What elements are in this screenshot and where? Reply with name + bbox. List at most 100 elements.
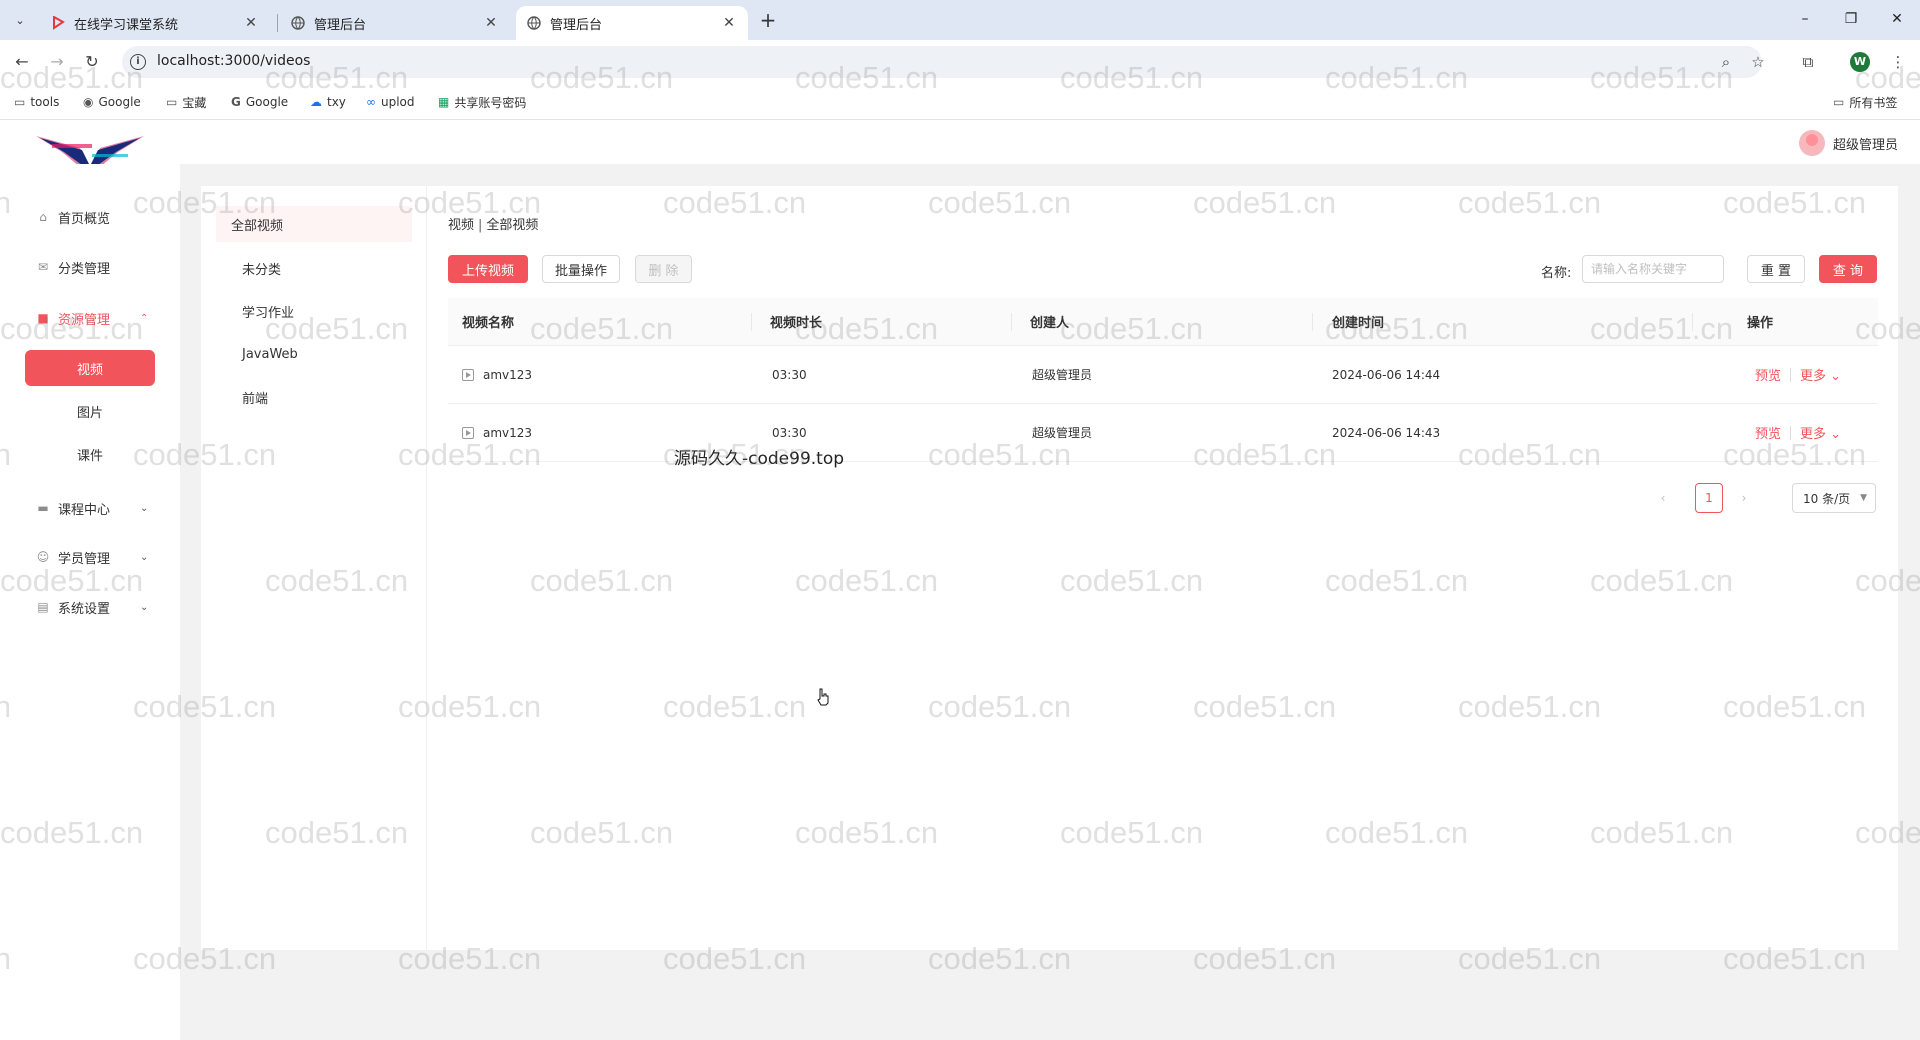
category-item[interactable]: JavaWeb	[216, 336, 412, 372]
browser-tab[interactable]: 在线学习课堂系统 ✕	[40, 6, 270, 40]
sidebar: ⌂ 首页概览 ✉ 分类管理 ■ 资源管理 ⌃ 视频 图片 课件 ▬ 课程中心 ⌄…	[0, 164, 180, 1040]
bookmark-item[interactable]: G Google	[231, 92, 288, 112]
close-tab-icon[interactable]: ✕	[482, 14, 500, 32]
search-input[interactable]	[1582, 255, 1724, 283]
column-header: 视频名称	[462, 316, 515, 331]
sidebar-item-category[interactable]: ✉ 分类管理	[0, 252, 180, 282]
table-row: amv123 03:30 超级管理员 2024-06-06 14:44 预览 更…	[448, 346, 1878, 404]
sidebar-item-students[interactable]: ☺ 学员管理 ⌄	[0, 542, 180, 572]
user-menu[interactable]: 超级管理员	[1798, 130, 1898, 156]
globe-icon: ◉	[83, 95, 94, 109]
column-header: 操作	[1747, 316, 1774, 331]
chevron-down-icon: ⌄	[140, 551, 149, 563]
p-logo-icon	[50, 15, 66, 31]
sidebar-subitem-image[interactable]: 图片	[25, 393, 155, 429]
reload-icon[interactable]: ↻	[80, 50, 104, 74]
address-bar[interactable]: i localhost:3000/videos	[122, 46, 1762, 78]
breadcrumb: 视频 | 全部视频	[448, 218, 539, 233]
more-dropdown[interactable]: 更多 ⌄	[1800, 423, 1841, 442]
more-dropdown[interactable]: 更多 ⌄	[1800, 365, 1841, 384]
chevron-down-icon: ⌄	[1830, 369, 1842, 384]
all-bookmarks[interactable]: ▭ 所有书签	[1833, 92, 1897, 112]
folder-icon: ▭	[166, 95, 178, 109]
bookmark-star-icon[interactable]: ☆	[1746, 50, 1770, 74]
page-size-select[interactable]: 10 条/页 ▼	[1792, 483, 1876, 513]
new-tab-button[interactable]: +	[756, 9, 780, 31]
tab-search-chevron-icon[interactable]: ⌄	[8, 9, 32, 31]
preview-link[interactable]: 预览	[1755, 423, 1781, 442]
category-tree: 全部视频 未分类 学习作业 JavaWeb 前端	[201, 186, 427, 950]
user-icon: ☺	[36, 550, 50, 564]
home-icon: ⌂	[39, 210, 47, 224]
profile-avatar[interactable]: W	[1850, 52, 1870, 72]
category-item[interactable]: 前端	[216, 379, 412, 415]
video-list-content: 视频|全部视频 上传视频 批量操作 删 除 名称: 重 置 查 询 视频名称 视…	[427, 186, 1898, 950]
category-item[interactable]: 未分类	[216, 250, 412, 286]
close-window-button[interactable]: ✕	[1882, 8, 1912, 30]
close-tab-icon[interactable]: ✕	[720, 14, 738, 32]
batch-operation-button[interactable]: 批量操作	[542, 255, 620, 283]
sidebar-item-settings[interactable]: ▤ 系统设置 ⌄	[0, 592, 180, 622]
bookmark-item[interactable]: ▭ tools	[14, 92, 59, 112]
chevron-down-icon: ▼	[1860, 493, 1867, 503]
upload-video-button[interactable]: 上传视频	[448, 255, 528, 283]
tab-title: 管理后台	[314, 17, 367, 33]
category-item[interactable]: 全部视频	[216, 206, 412, 242]
prev-page-button[interactable]: ‹	[1651, 486, 1675, 510]
browser-tab[interactable]: 管理后台 ✕	[280, 6, 510, 40]
forward-arrow-icon[interactable]: →	[45, 50, 69, 74]
duration-cell: 03:30	[772, 367, 807, 382]
category-item[interactable]: 学习作业	[216, 293, 412, 329]
preview-link[interactable]: 预览	[1755, 365, 1781, 384]
sidebar-item-dashboard[interactable]: ⌂ 首页概览	[0, 202, 180, 232]
extensions-puzzle-icon[interactable]: ⧉	[1796, 50, 1820, 74]
column-header: 创建人	[1030, 316, 1070, 331]
zoom-icon[interactable]: ⌕	[1714, 50, 1738, 74]
chevron-down-icon: ⌄	[140, 601, 149, 613]
site-info-icon[interactable]: i	[130, 54, 146, 70]
browser-menu-icon[interactable]: ⋮	[1886, 50, 1910, 74]
browser-toolbar: ← → ↻ i localhost:3000/videos ⌕ ☆ ⧉ W ⋮	[0, 40, 1920, 84]
back-arrow-icon[interactable]: ←	[10, 50, 34, 74]
hand-cursor-icon	[817, 688, 829, 706]
sidebar-subitem-video[interactable]: 视频	[25, 350, 155, 386]
actions-cell: 预览 更多 ⌄	[1755, 404, 1841, 461]
column-header: 创建时间	[1332, 316, 1385, 331]
browser-tab-active[interactable]: 管理后台 ✕	[516, 6, 748, 40]
next-page-button[interactable]: ›	[1732, 486, 1756, 510]
reset-button[interactable]: 重 置	[1747, 255, 1805, 283]
tab-title: 在线学习课堂系统	[74, 17, 179, 33]
actions-cell: 预览 更多 ⌄	[1755, 346, 1841, 403]
user-name: 超级管理员	[1832, 137, 1898, 153]
bookmark-item[interactable]: ▭ 宝藏	[166, 92, 206, 112]
bookmark-item[interactable]: ∞ uplod	[366, 92, 415, 112]
restore-button[interactable]: ❐	[1836, 8, 1866, 30]
video-play-icon	[462, 426, 474, 439]
globe-icon	[526, 15, 542, 31]
admin-app: 超级管理员 ⌂ 首页概览 ✉ 分类管理 ■ 资源管理 ⌃ 视频 图片 课件 ▬ …	[0, 120, 1920, 1040]
folder-icon: ▭	[14, 95, 26, 109]
video-play-icon	[462, 368, 474, 381]
sidebar-subitem-courseware[interactable]: 课件	[25, 436, 155, 472]
main-panel: 全部视频 未分类 学习作业 JavaWeb 前端 视频 | 全部视频 上传视频 批量…	[201, 186, 1898, 950]
video-table: 视频名称 视频时长 创建人 创建时间 操作 amv123 03:30 超级管理员…	[448, 298, 1878, 462]
url-text[interactable]: localhost:3000/videos	[157, 53, 310, 69]
cloud-icon: ☁	[310, 95, 322, 109]
page-number-current[interactable]: 1	[1695, 483, 1723, 513]
chevron-up-icon: ⌃	[140, 312, 149, 324]
browser-tab-strip: ⌄ 在线学习课堂系统 ✕ 管理后台 ✕ 管理后台 ✕ + – ❐ ✕	[0, 0, 1920, 40]
globe-icon	[290, 15, 306, 31]
query-button[interactable]: 查 询	[1819, 255, 1877, 283]
video-name-cell[interactable]: amv123	[462, 346, 532, 403]
video-name-cell[interactable]: amv123	[462, 404, 532, 461]
sidebar-item-courses[interactable]: ▬ 课程中心 ⌄	[0, 493, 180, 523]
creator-cell: 超级管理员	[1032, 426, 1093, 440]
bookmark-item[interactable]: ◉ Google	[83, 92, 141, 112]
course-icon: ▬	[37, 501, 49, 515]
delete-button[interactable]: 删 除	[635, 255, 692, 283]
bookmark-item[interactable]: ▦ 共享账号密码	[438, 92, 526, 112]
close-tab-icon[interactable]: ✕	[242, 14, 260, 32]
sidebar-item-resources[interactable]: ■ 资源管理 ⌃	[0, 303, 180, 333]
minimize-button[interactable]: –	[1790, 8, 1820, 30]
bookmark-item[interactable]: ☁ txy	[310, 92, 346, 112]
